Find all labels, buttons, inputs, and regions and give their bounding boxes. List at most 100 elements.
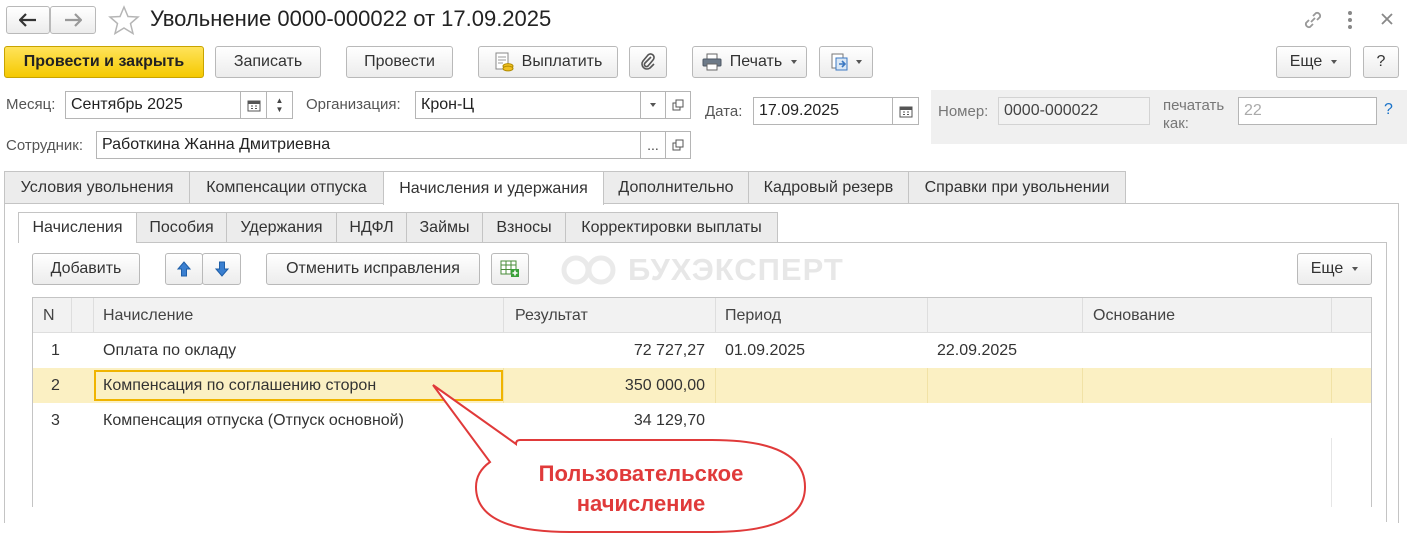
subtab-deductions[interactable]: Удержания xyxy=(226,212,337,242)
move-up-button[interactable] xyxy=(165,253,203,285)
month-calendar-button[interactable] xyxy=(240,91,267,119)
subtab-benefits[interactable]: Пособия xyxy=(136,212,227,242)
create-based-on-icon xyxy=(831,53,848,71)
cancel-corrections-button[interactable]: Отменить исправления xyxy=(266,253,480,285)
more-button[interactable]: Еще xyxy=(1276,46,1351,78)
chevron-down-icon xyxy=(856,60,862,64)
favorite-star-icon[interactable] xyxy=(108,5,140,39)
attach-button[interactable] xyxy=(629,46,667,78)
number-label: Номер: xyxy=(938,103,989,120)
column-header-result[interactable]: Результат xyxy=(515,298,588,333)
column-header-n[interactable]: N xyxy=(43,298,55,333)
table-row[interactable]: 1 Оплата по окладу 72 727,27 01.09.2025 … xyxy=(33,333,1371,368)
callout-line2: начисление xyxy=(576,491,706,516)
print-as-label-line1: печатать xyxy=(1163,97,1225,114)
subtab-ndfl[interactable]: НДФЛ xyxy=(336,212,407,242)
period-start: 01.09.2025 xyxy=(725,341,806,359)
row-number: 1 xyxy=(51,341,60,359)
subtab-contributions[interactable]: Взносы xyxy=(482,212,566,242)
organization-open-button[interactable] xyxy=(665,91,691,119)
employee-field[interactable]: Работкина Жанна Дмитриевна xyxy=(96,131,641,159)
close-icon[interactable] xyxy=(1380,12,1394,30)
month-label: Месяц: xyxy=(6,96,56,113)
accrual-result: 72 727,27 xyxy=(633,341,705,359)
chevron-down-icon xyxy=(650,103,656,107)
table-hscroll-edge xyxy=(1331,438,1332,507)
subtab-loans[interactable]: Займы xyxy=(406,212,483,242)
subtab-panel-line xyxy=(18,242,1387,243)
add-row-button[interactable]: Добавить xyxy=(32,253,140,285)
employee-select-button[interactable]: ... xyxy=(640,131,666,159)
tab-dismissal-certificates[interactable]: Справки при увольнении xyxy=(908,171,1126,203)
post-button[interactable]: Провести xyxy=(346,46,453,78)
pay-button-label: Выплатить xyxy=(521,53,603,70)
date-field[interactable]: 17.09.2025 xyxy=(753,97,893,125)
paperclip-icon xyxy=(641,53,655,70)
tab-additional[interactable]: Дополнительно xyxy=(603,171,749,203)
add-table-button[interactable] xyxy=(491,253,529,285)
forward-button[interactable] xyxy=(50,6,96,34)
row-number: 2 xyxy=(51,376,60,394)
pay-button[interactable]: Выплатить xyxy=(478,46,618,78)
table-add-icon xyxy=(500,260,519,277)
date-calendar-button[interactable] xyxy=(892,97,919,125)
move-down-button[interactable] xyxy=(202,253,241,285)
window-menu-icon[interactable] xyxy=(1346,9,1354,35)
back-button[interactable] xyxy=(6,6,50,34)
callout-text: Пользовательское начисление xyxy=(476,459,806,519)
stepper-down-icon: ▼ xyxy=(275,105,284,114)
callout-line1: Пользовательское xyxy=(538,461,744,486)
window-title: Увольнение 0000-000022 от 17.09.2025 xyxy=(150,6,552,31)
tab-vacation-compensation[interactable]: Компенсации отпуска xyxy=(189,171,384,203)
month-field[interactable]: Сентябрь 2025 xyxy=(65,91,241,119)
watermark-text: БУХЭКСПЕРТ xyxy=(628,252,844,287)
calendar-icon xyxy=(247,100,260,111)
open-icon xyxy=(672,139,684,151)
print-as-field[interactable]: 22 xyxy=(1238,97,1377,125)
tab-personnel-reserve[interactable]: Кадровый резерв xyxy=(748,171,909,203)
print-button[interactable]: Печать xyxy=(692,46,807,78)
row-number: 3 xyxy=(51,411,60,429)
arrow-right-icon xyxy=(65,13,82,27)
column-header-basis[interactable]: Основание xyxy=(1093,298,1175,333)
print-button-label: Печать xyxy=(729,53,783,70)
accrual-name: Оплата по окладу xyxy=(103,341,237,359)
post-and-close-button[interactable]: Провести и закрыть xyxy=(4,46,204,78)
print-as-label-line2: как: xyxy=(1163,115,1189,132)
help-button[interactable]: ? xyxy=(1363,46,1399,78)
arrow-up-icon xyxy=(177,261,191,277)
tab-accruals-deductions[interactable]: Начисления и удержания xyxy=(383,171,604,205)
chevron-down-icon xyxy=(1331,60,1338,64)
tab-dismissal-conditions[interactable]: Условия увольнения xyxy=(4,171,190,203)
subtab-payment-corrections[interactable]: Корректировки выплаты xyxy=(565,212,778,242)
column-header-period[interactable]: Период xyxy=(725,298,781,333)
print-as-help-link[interactable]: ? xyxy=(1384,101,1393,119)
print-as-label: печатать как: xyxy=(1163,97,1224,133)
date-label: Дата: xyxy=(705,103,743,120)
open-icon xyxy=(672,99,684,111)
printer-icon xyxy=(702,53,722,71)
subtab-accruals[interactable]: Начисления xyxy=(18,212,137,243)
accrual-name: Компенсация отпуска (Отпуск основной) xyxy=(103,411,404,429)
organization-label: Организация: xyxy=(306,96,401,113)
organization-dropdown-button[interactable] xyxy=(640,91,666,119)
month-stepper[interactable]: ▲ ▼ xyxy=(266,91,293,119)
link-icon[interactable] xyxy=(1302,9,1324,35)
table-more-label: Еще xyxy=(1310,260,1344,277)
save-button[interactable]: Записать xyxy=(215,46,321,78)
table-header: N Начисление Результат Период Основание xyxy=(33,298,1371,333)
chevron-down-icon xyxy=(791,60,798,64)
table-more-button[interactable]: Еще xyxy=(1297,253,1372,285)
pay-doc-icon xyxy=(495,52,514,72)
subtab-panel-right xyxy=(1386,242,1387,522)
employee-open-button[interactable] xyxy=(665,131,691,159)
organization-field[interactable]: Крон-Ц xyxy=(415,91,641,119)
period-end: 22.09.2025 xyxy=(937,341,1018,359)
more-button-label: Еще xyxy=(1289,53,1323,70)
create-based-on-button[interactable] xyxy=(819,46,873,78)
column-header-accrual[interactable]: Начисление xyxy=(103,298,193,333)
calendar-icon xyxy=(899,106,912,117)
accrual-name[interactable]: Компенсация по соглашению сторон xyxy=(103,368,376,403)
watermark-mark-icon xyxy=(561,255,616,285)
employee-label: Сотрудник: xyxy=(6,137,84,154)
